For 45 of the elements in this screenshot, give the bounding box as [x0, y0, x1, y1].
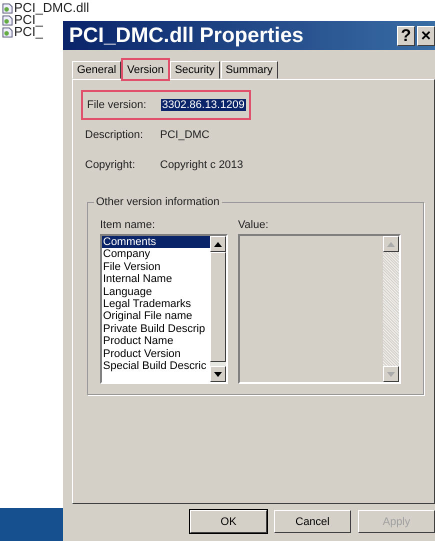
dialog-button[interactable]: OK — [190, 510, 267, 533]
field-value: PCI_DMC — [159, 129, 211, 141]
window-title: PCI_DMC.dll Properties — [69, 24, 305, 48]
tab[interactable]: Summary — [220, 61, 278, 79]
tab[interactable]: Security — [170, 61, 220, 79]
file-icon — [2, 26, 13, 38]
list-item[interactable]: Product Name — [102, 335, 210, 348]
group-title: Other version information — [94, 196, 222, 208]
value-label: Value: — [238, 219, 270, 231]
file-name[interactable]: PCI_ — [14, 14, 43, 26]
item-list[interactable]: Comments Company File Version Internal Name Language Legal Trademarks Original File name Private Build Descrip Product Name Product Version Special Build Descric — [100, 234, 228, 384]
field-label: File version: — [87, 99, 148, 111]
value-box[interactable] — [238, 234, 401, 384]
up-arrow-icon — [214, 242, 222, 246]
list-item[interactable]: File Version — [102, 260, 210, 274]
list-item[interactable]: Special Build Descric — [102, 360, 210, 372]
field-value: Copyright c 2013 — [159, 159, 244, 171]
scroll-thumb[interactable] — [210, 252, 226, 362]
list-item[interactable]: Legal Trademarks — [102, 298, 210, 310]
list-item[interactable]: Company — [102, 248, 210, 261]
list-item[interactable]: Internal Name — [102, 273, 210, 286]
scrollbar[interactable] — [210, 236, 226, 382]
field-label: Copyright: — [85, 159, 136, 171]
field-label: Description: — [85, 129, 144, 141]
list-label: Item name: — [100, 219, 156, 231]
up-arrow-icon — [387, 242, 395, 246]
file-icon — [2, 14, 13, 26]
list-item[interactable]: Private Build Descrip — [102, 322, 210, 336]
field-value: 3302.86.13.1209 — [161, 99, 246, 111]
help-button[interactable]: ? — [397, 26, 415, 46]
tab[interactable]: General — [72, 61, 122, 79]
down-arrow-icon — [387, 372, 395, 376]
list-item[interactable]: Language — [102, 286, 210, 298]
file-name[interactable]: PCI_DMC.dll — [14, 2, 90, 14]
close-button[interactable]: × — [417, 26, 435, 46]
tab[interactable]: Version — [122, 59, 169, 80]
list-item[interactable]: Original File name — [102, 310, 210, 323]
scroll-up-button[interactable] — [210, 236, 226, 252]
file-icon — [2, 2, 13, 14]
file-name[interactable]: PCI_ — [14, 26, 43, 38]
list-item[interactable]: Product Version — [102, 348, 210, 360]
scroll-down-button[interactable] — [210, 366, 226, 382]
dialog-button[interactable]: Cancel — [274, 510, 351, 533]
down-arrow-icon — [214, 372, 222, 376]
list-item[interactable]: Comments — [102, 236, 210, 248]
